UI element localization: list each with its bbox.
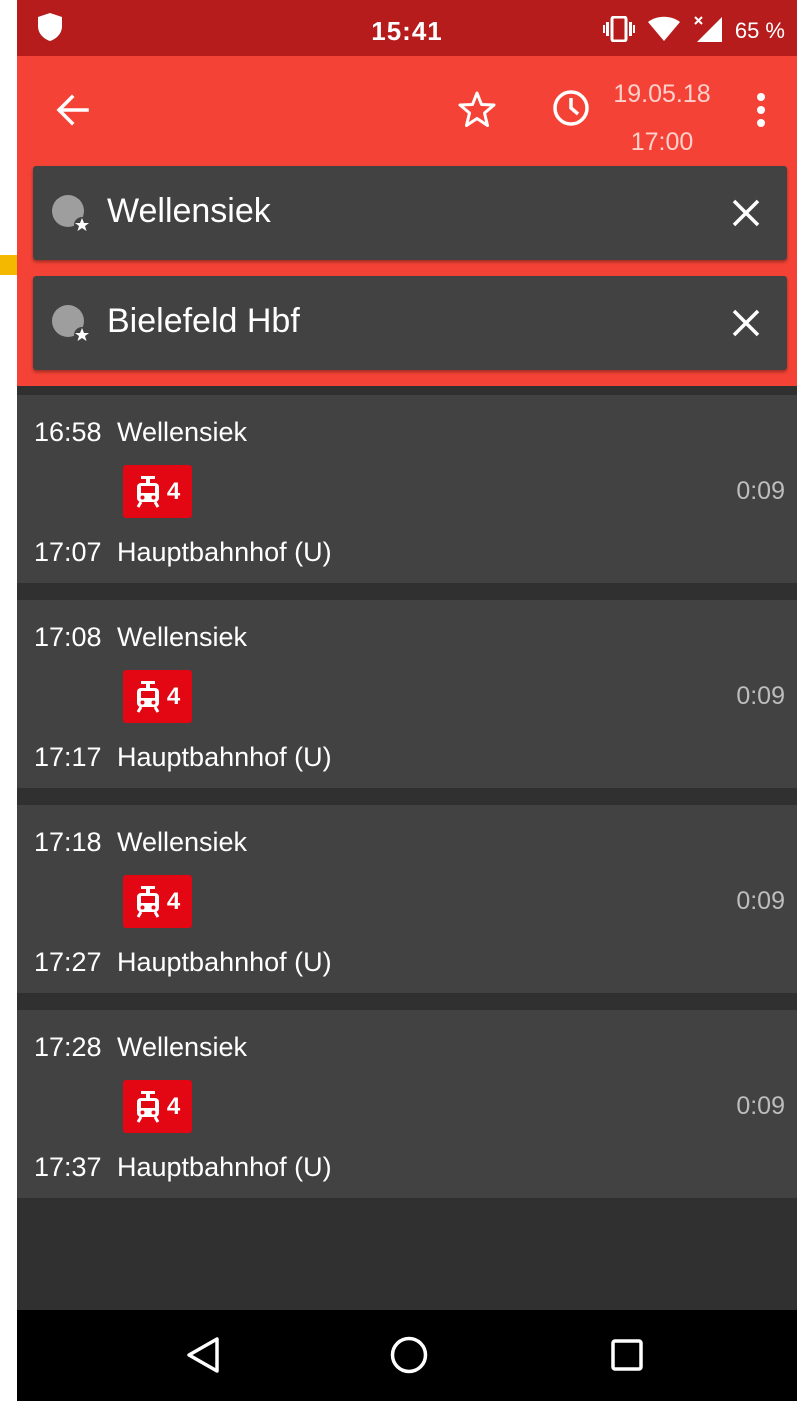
trip-card[interactable]: 17:28 Wellensiek 4 0:09 17:37 Hauptbahnhof… — [17, 1010, 797, 1198]
tram-icon — [136, 475, 160, 508]
line-number: 4 — [166, 682, 181, 710]
nav-home-button[interactable] — [379, 1330, 439, 1380]
nav-back-button[interactable] — [173, 1330, 233, 1380]
to-location-field[interactable]: Bielefeld Hbf — [33, 276, 787, 370]
location-favorite-icon — [51, 304, 91, 344]
arrival-row: 17:37 Hauptbahnhof (U) — [34, 1152, 332, 1183]
system-nav-bar — [17, 1310, 797, 1401]
close-icon — [732, 199, 760, 227]
clear-from-button[interactable] — [721, 188, 771, 238]
datetime-display[interactable]: 19.05.18 17:00 — [597, 70, 727, 166]
signal-icon — [693, 15, 723, 48]
line-number: 4 — [166, 1092, 181, 1120]
arrival-stop: Hauptbahnhof (U) — [117, 537, 332, 567]
departure-row: 17:08 Wellensiek — [34, 622, 247, 653]
favorite-button[interactable] — [449, 84, 505, 140]
arrival-stop: Hauptbahnhof (U) — [117, 1152, 332, 1182]
time-label: 17:00 — [630, 128, 694, 156]
back-button[interactable] — [45, 84, 101, 140]
departure-stop: Wellensiek — [117, 1032, 248, 1062]
battery-percent: 65 % — [734, 18, 785, 43]
date-label: 19.05.18 — [613, 80, 711, 108]
trip-card[interactable]: 17:08 Wellensiek 4 0:09 17:17 Hauptbahnhof… — [17, 600, 797, 788]
overflow-menu-button[interactable] — [741, 84, 781, 140]
departure-stop: Wellensiek — [117, 417, 248, 447]
from-location-field[interactable]: Wellensiek — [33, 166, 787, 260]
arrival-row: 17:27 Hauptbahnhof (U) — [34, 947, 332, 978]
departure-row: 17:18 Wellensiek — [34, 827, 247, 858]
tram-icon — [136, 1090, 160, 1123]
departure-time: 16:58 — [34, 417, 102, 447]
from-location-text: Wellensiek — [107, 192, 271, 230]
trip-duration: 0:09 — [736, 682, 785, 710]
edge-accent — [0, 255, 17, 275]
clock-icon — [551, 88, 591, 133]
line-number: 4 — [166, 477, 181, 505]
trip-card[interactable]: 17:18 Wellensiek 4 0:09 17:27 Hauptbahnhof… — [17, 805, 797, 993]
arrival-time: 17:27 — [34, 947, 102, 977]
nav-recent-icon — [611, 1339, 643, 1371]
departure-time: 17:18 — [34, 827, 102, 857]
trip-card[interactable]: 16:58 Wellensiek 4 0:09 17:07 Hauptbahnhof… — [17, 395, 797, 583]
screen: 15:41 65 % 19.05.18 17:00 Wellensiek Bie… — [17, 0, 797, 1401]
arrow-left-icon — [55, 92, 91, 133]
trip-duration: 0:09 — [736, 1092, 785, 1120]
star-outline-icon — [457, 90, 497, 135]
departure-time: 17:08 — [34, 622, 102, 652]
tram-line-badge: 4 — [123, 1080, 192, 1133]
line-number: 4 — [166, 887, 181, 915]
tram-icon — [136, 885, 160, 918]
status-bar: 15:41 65 % — [17, 0, 797, 56]
nav-home-icon — [390, 1336, 428, 1374]
to-location-text: Bielefeld Hbf — [107, 302, 300, 340]
location-favorite-icon — [51, 194, 91, 234]
arrival-stop: Hauptbahnhof (U) — [117, 742, 332, 772]
departure-stop: Wellensiek — [117, 827, 248, 857]
close-icon — [732, 309, 760, 337]
departure-stop: Wellensiek — [117, 622, 248, 652]
departure-time-button[interactable] — [543, 82, 599, 138]
tram-line-badge: 4 — [123, 670, 192, 723]
nav-recent-button[interactable] — [597, 1330, 657, 1380]
trip-duration: 0:09 — [736, 887, 785, 915]
arrival-time: 17:17 — [34, 742, 102, 772]
nav-back-icon — [187, 1337, 219, 1373]
more-vert-icon — [755, 92, 767, 133]
arrival-time: 17:07 — [34, 537, 102, 567]
status-icons: 65 % — [602, 15, 785, 48]
arrival-time: 17:37 — [34, 1152, 102, 1182]
wifi-icon — [647, 16, 681, 47]
trip-duration: 0:09 — [736, 477, 785, 505]
departure-row: 17:28 Wellensiek — [34, 1032, 247, 1063]
vibrate-icon — [602, 15, 635, 47]
clear-to-button[interactable] — [721, 298, 771, 348]
tram-line-badge: 4 — [123, 465, 192, 518]
arrival-row: 17:17 Hauptbahnhof (U) — [34, 742, 332, 773]
arrival-stop: Hauptbahnhof (U) — [117, 947, 332, 977]
tram-icon — [136, 680, 160, 713]
departure-row: 16:58 Wellensiek — [34, 417, 247, 448]
tram-line-badge: 4 — [123, 875, 192, 928]
departure-time: 17:28 — [34, 1032, 102, 1062]
arrival-row: 17:07 Hauptbahnhof (U) — [34, 537, 332, 568]
